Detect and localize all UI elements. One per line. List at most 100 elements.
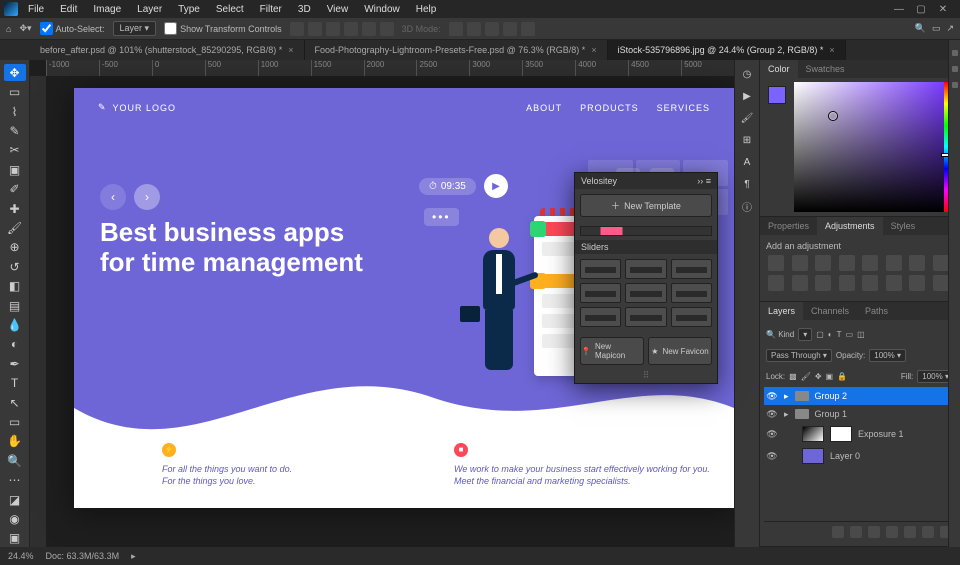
auto-select-target-select[interactable]: Layer ▾	[113, 21, 157, 36]
layer-row[interactable]: 👁▸Group 2	[764, 387, 956, 405]
type-tool[interactable]: T	[4, 375, 26, 392]
layer-row[interactable]: 👁Layer 0	[764, 445, 956, 467]
swatches-tab[interactable]: Swatches	[798, 60, 853, 78]
layer-mask-icon[interactable]	[868, 526, 880, 538]
panel-menu-icon[interactable]: ≡	[706, 176, 711, 186]
new-layer-icon[interactable]	[922, 526, 934, 538]
slider-preset[interactable]	[580, 259, 621, 279]
share-icon[interactable]: ↗	[946, 23, 954, 34]
dodge-tool[interactable]: ◐	[4, 336, 26, 353]
styles-tab[interactable]: Styles	[883, 217, 924, 235]
quick-mask-icon[interactable]: ◉	[4, 510, 26, 527]
align-hcenter-icon[interactable]	[308, 22, 322, 36]
align-top-icon[interactable]	[344, 22, 358, 36]
history-brush-tool[interactable]: ↺	[4, 258, 26, 275]
chevron-right-icon[interactable]: ▸	[784, 409, 789, 420]
panel-collapse-icon[interactable]: ››	[697, 176, 703, 186]
blur-tool[interactable]: 💧	[4, 316, 26, 333]
foreground-background-swatch[interactable]: ◪	[4, 491, 26, 508]
lock-transparency-icon[interactable]: ▩	[789, 372, 797, 381]
clone-source-panel-icon[interactable]: ⊞	[739, 132, 755, 148]
menu-help[interactable]: Help	[410, 4, 443, 15]
menu-select[interactable]: Select	[210, 4, 250, 15]
chevron-right-icon[interactable]: ▸	[784, 391, 789, 402]
hand-tool[interactable]: ✋	[4, 433, 26, 450]
threeD-slide-icon[interactable]	[503, 22, 517, 36]
photofilter-adj-icon[interactable]	[768, 275, 784, 291]
properties-tab[interactable]: Properties	[760, 217, 817, 235]
slider-preset[interactable]	[625, 283, 666, 303]
filter-kind-select[interactable]: ▾	[798, 328, 812, 341]
filter-adj-icon[interactable]: ◐	[828, 330, 833, 339]
brush-tool[interactable]: 🖌	[4, 219, 26, 236]
screen-mode-icon[interactable]: ▣	[4, 530, 26, 547]
threeD-zoom-icon[interactable]	[521, 22, 535, 36]
layers-tab[interactable]: Layers	[760, 302, 803, 320]
color-cursor-icon[interactable]	[829, 112, 837, 120]
zoom-tool[interactable]: 🔍	[4, 452, 26, 469]
menu-file[interactable]: File	[22, 4, 50, 15]
new-mapicon-button[interactable]: 📍New Mapicon	[580, 337, 644, 365]
threeD-orbit-icon[interactable]	[449, 22, 463, 36]
threshold-adj-icon[interactable]	[886, 275, 902, 291]
zoom-readout[interactable]: 24.4%	[8, 551, 34, 561]
exposure-adj-icon[interactable]	[839, 255, 855, 271]
slider-preset[interactable]	[580, 307, 621, 327]
lock-pixels-icon[interactable]: 🖌	[801, 372, 811, 381]
filter-smart-icon[interactable]: ◫	[857, 330, 865, 339]
levels-adj-icon[interactable]	[792, 255, 808, 271]
shape-tool[interactable]: ▭	[4, 413, 26, 430]
align-left-icon[interactable]	[290, 22, 304, 36]
navigator-icon[interactable]	[952, 66, 958, 72]
menu-image[interactable]: Image	[87, 4, 127, 15]
layer-row[interactable]: 👁Exposure 1	[764, 423, 956, 445]
clone-stamp-tool[interactable]: ⊕	[4, 239, 26, 256]
new-favicon-button[interactable]: ★New Favicon	[648, 337, 712, 365]
foreground-color-swatch[interactable]	[768, 86, 786, 104]
document-tab[interactable]: iStock-535796896.jpg @ 24.4% (Group 2, R…	[608, 40, 846, 60]
frame-tool[interactable]: ▣	[4, 161, 26, 178]
channelmixer-adj-icon[interactable]	[792, 275, 808, 291]
marquee-tool[interactable]: ▭	[4, 83, 26, 100]
filter-type-icon[interactable]: T	[837, 330, 842, 339]
layer-row[interactable]: 👁▸Group 1	[764, 405, 956, 423]
maximize-icon[interactable]: ▢	[914, 4, 928, 15]
minimize-icon[interactable]: —	[892, 4, 906, 15]
lock-artboard-icon[interactable]: ▣	[826, 372, 834, 381]
tab-close-icon[interactable]: ×	[288, 45, 293, 55]
search-icon[interactable]: 🔍	[915, 23, 926, 34]
document-tab[interactable]: before_after.psd @ 101% (shutterstock_85…	[30, 40, 305, 60]
histogram-icon[interactable]	[952, 82, 958, 88]
eyedropper-tool[interactable]: ✐	[4, 180, 26, 197]
doc-size-readout[interactable]: Doc: 63.3M/63.3M	[46, 551, 120, 561]
visibility-icon[interactable]: 👁	[766, 390, 778, 402]
crop-tool[interactable]: ✂	[4, 142, 26, 159]
align-vcenter-icon[interactable]	[362, 22, 376, 36]
align-bottom-icon[interactable]	[380, 22, 394, 36]
slider-preset[interactable]	[625, 259, 666, 279]
new-group-icon[interactable]	[904, 526, 916, 538]
close-icon[interactable]: ✕	[936, 4, 950, 15]
layer-style-icon[interactable]	[850, 526, 862, 538]
menu-edit[interactable]: Edit	[54, 4, 83, 15]
path-select-tool[interactable]: ↖	[4, 394, 26, 411]
menu-window[interactable]: Window	[358, 4, 406, 15]
bw-adj-icon[interactable]	[933, 255, 949, 271]
threeD-pan-icon[interactable]	[485, 22, 499, 36]
new-adjustment-layer-icon[interactable]	[886, 526, 898, 538]
menu-type[interactable]: Type	[172, 4, 206, 15]
libraries-icon[interactable]	[952, 50, 958, 56]
visibility-icon[interactable]: 👁	[766, 450, 778, 462]
edit-toolbar-icon[interactable]: ⋯	[4, 472, 26, 489]
curves-adj-icon[interactable]	[815, 255, 831, 271]
align-right-icon[interactable]	[326, 22, 340, 36]
status-chevron-icon[interactable]: ▸	[131, 551, 136, 562]
visibility-icon[interactable]: 👁	[766, 428, 778, 440]
brightness-adj-icon[interactable]	[768, 255, 784, 271]
quick-select-tool[interactable]: ✎	[4, 122, 26, 139]
healing-brush-tool[interactable]: ✚	[4, 200, 26, 217]
threeD-roll-icon[interactable]	[467, 22, 481, 36]
menu-layer[interactable]: Layer	[131, 4, 168, 15]
document-tab[interactable]: Food-Photography-Lightroom-Presets-Free.…	[305, 40, 608, 60]
move-tool[interactable]: ✥	[4, 64, 26, 81]
